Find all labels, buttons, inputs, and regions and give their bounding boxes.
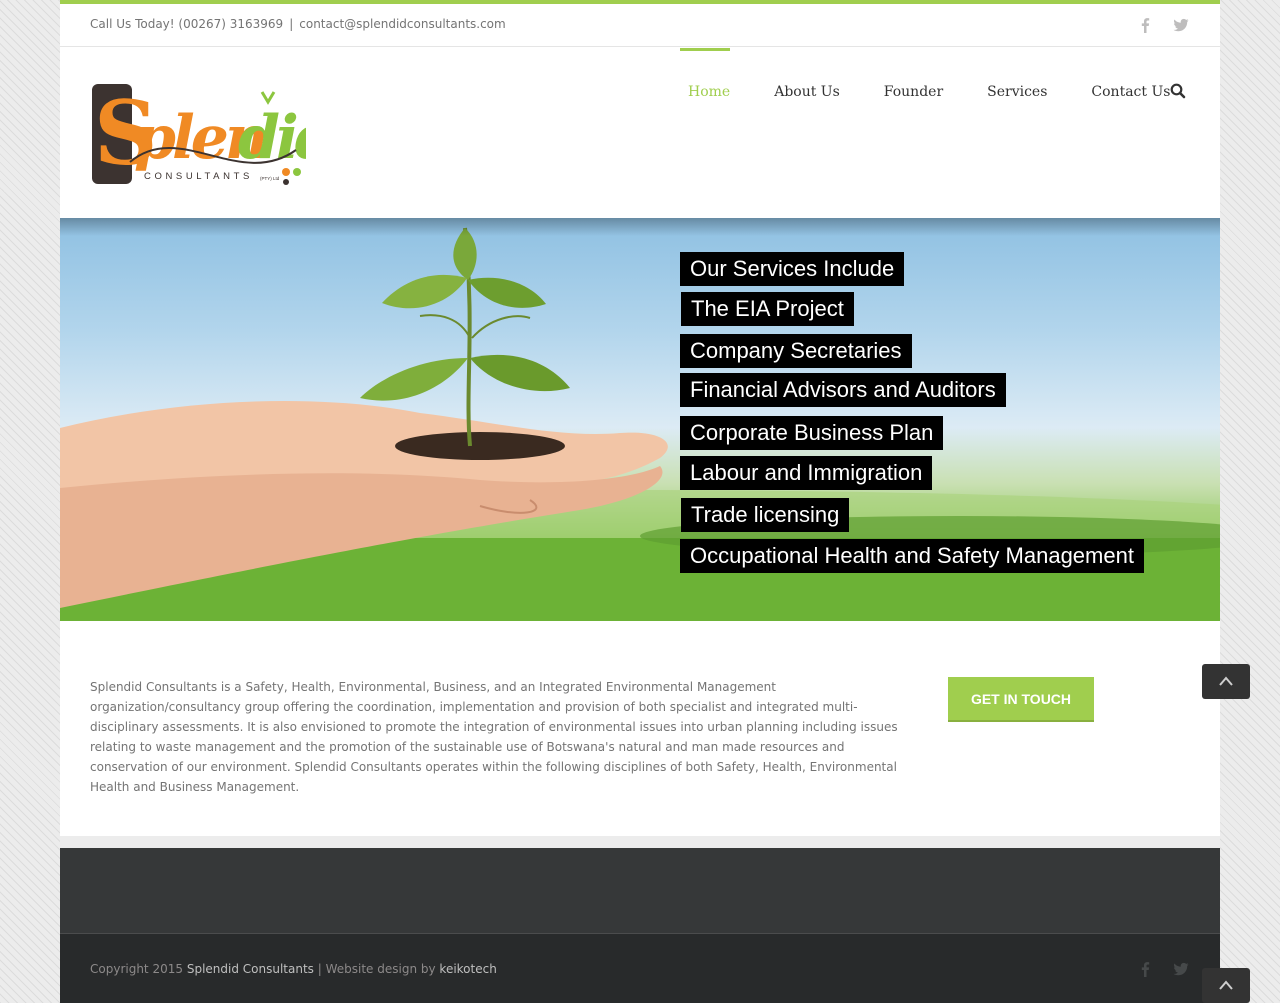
hero-top-shadow [60,218,1220,236]
about-section: Splendid Consultants is a Safety, Health… [60,621,1220,836]
facebook-icon[interactable] [1136,960,1154,982]
twitter-icon[interactable] [1172,960,1190,982]
service-company-secretaries: Company Secretaries [680,334,912,368]
nav-services[interactable]: Services [965,48,1069,138]
page-wrapper: Call Us Today! (00267) 3163969 | contact@s… [60,0,1220,1003]
get-in-touch-button[interactable]: GET IN TOUCH [948,677,1094,722]
copyright-company: Splendid Consultants [186,962,314,976]
service-financial-advisors: Financial Advisors and Auditors [680,373,1006,407]
svg-text:(PTY) Ltd: (PTY) Ltd [260,176,280,181]
top-bar: Call Us Today! (00267) 3163969 | contact@s… [60,4,1220,47]
topbar-social [1136,16,1190,34]
main-nav: Home About Us Founder Services Contact U… [666,48,1192,138]
search-icon[interactable] [1170,82,1186,100]
chevron-up-icon [1219,980,1233,990]
copyright-text: Copyright 2015 Splendid Consultants | We… [90,962,497,976]
phone-text: Call Us Today! (00267) 3163969 [90,17,284,31]
footer-widgets [60,848,1220,933]
facebook-icon[interactable] [1136,16,1154,34]
twitter-icon[interactable] [1172,16,1190,34]
copyright-prefix: Copyright 2015 [90,962,183,976]
scroll-to-top-button-footer[interactable] [1202,968,1250,1003]
service-trade-licensing: Trade licensing [681,498,850,532]
splendid-logo[interactable]: S plen did CONSULTANTS (PTY) Ltd [90,80,340,188]
nav-about-us[interactable]: About Us [752,48,862,138]
svg-text:CONSULTANTS: CONSULTANTS [144,171,253,182]
hero-slider: Our Services Include The EIA Project Com… [60,218,1220,621]
nav-founder[interactable]: Founder [862,48,965,138]
footer-social [1136,960,1190,982]
contact-info: Call Us Today! (00267) 3163969 | contact@s… [90,17,506,31]
header: S plen did CONSULTANTS (PTY) Ltd Home Ab… [60,48,1220,218]
service-heading: Our Services Include [680,252,905,286]
about-text: Splendid Consultants is a Safety, Health… [90,680,898,794]
chevron-up-icon [1219,676,1233,686]
design-credit-prefix: | Website design by [317,962,436,976]
service-corporate-business-plan: Corporate Business Plan [680,416,944,450]
section-divider [60,836,1220,848]
footer-bottom: Copyright 2015 Splendid Consultants | We… [60,933,1220,1003]
email-link[interactable]: contact@splendidconsultants.com [299,17,505,31]
designer-link[interactable]: keikotech [439,962,496,976]
contact-separator: | [289,17,294,31]
service-eia-project: The EIA Project [681,292,854,326]
scroll-to-top-button[interactable] [1202,664,1250,699]
service-labour-immigration: Labour and Immigration [680,456,933,490]
nav-home[interactable]: Home [666,48,752,138]
service-ohs-management: Occupational Health and Safety Managemen… [680,539,1144,573]
